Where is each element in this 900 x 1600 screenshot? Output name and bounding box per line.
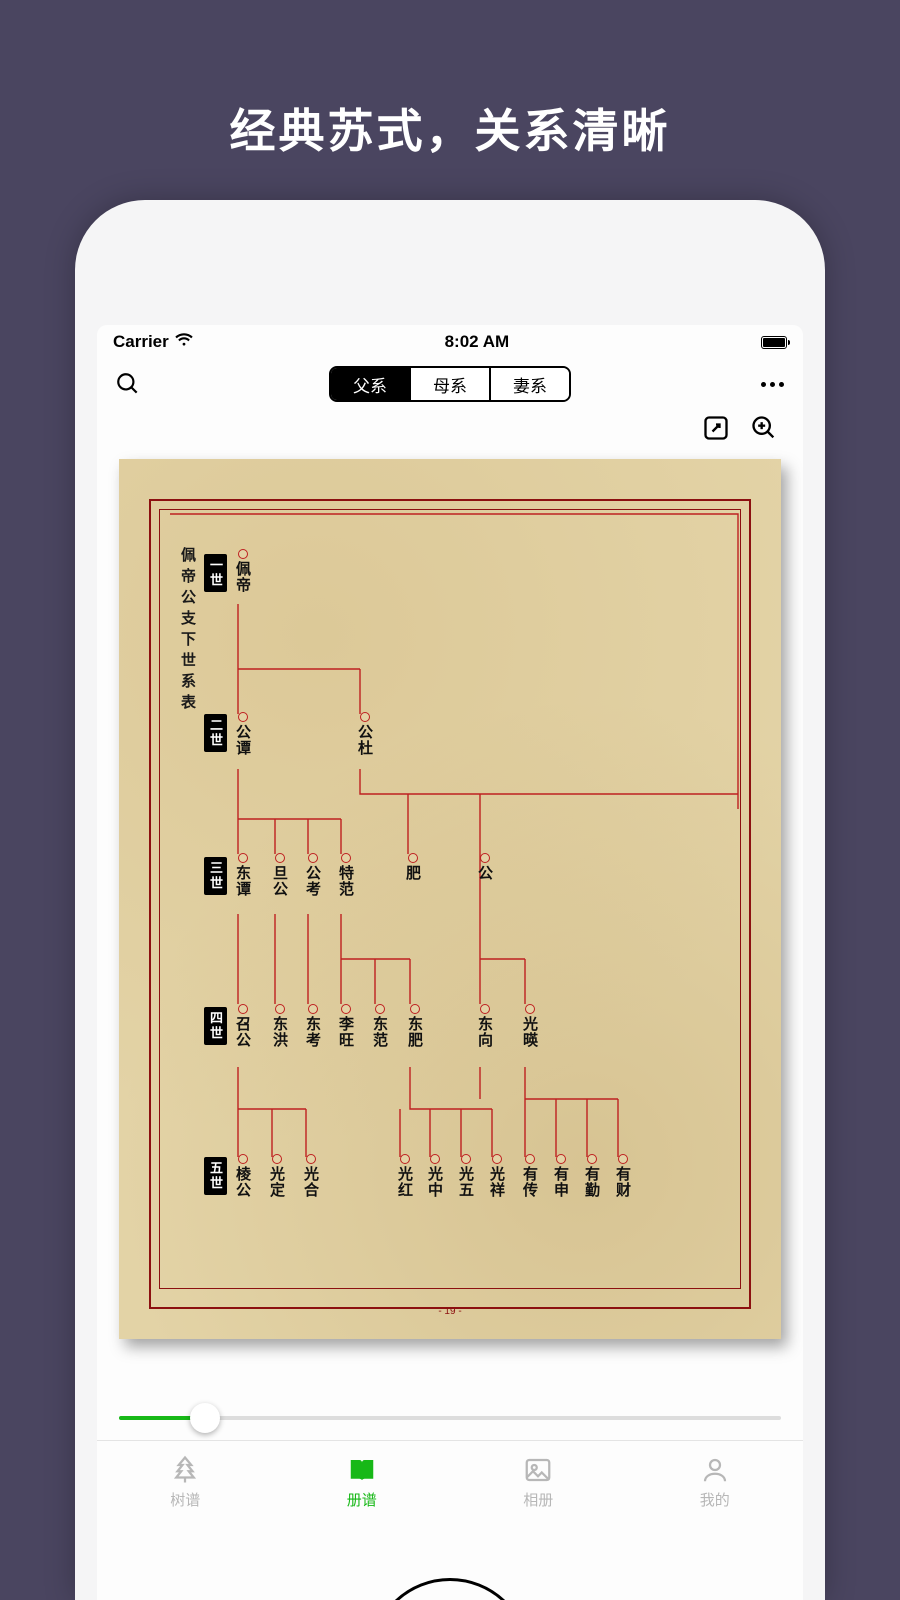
user-icon [700,1455,730,1485]
tab-book[interactable]: 册谱 [347,1455,377,1510]
tree-node[interactable]: 旦公 [269,853,290,897]
tree-node[interactable]: 李旺 [335,1004,356,1048]
gen-label-4: 四世 [204,1007,227,1045]
tree-node[interactable]: 光红 [394,1154,415,1198]
tree-node[interactable]: 棱公 [232,1154,253,1198]
tree-node[interactable]: 光五 [455,1154,476,1198]
tab-label: 树谱 [170,1489,200,1510]
tree-node[interactable]: 肥 [402,853,423,881]
tree-node[interactable]: 有勤 [581,1154,602,1198]
tab-bar: 树谱 册谱 相册 我的 [97,1440,803,1600]
toolbar: 父系 母系 妻系 [97,359,803,409]
tree-node[interactable]: 召公 [232,1004,253,1048]
tree-node[interactable]: 东肥 [404,1004,425,1048]
tree-node[interactable]: 东洪 [269,1004,290,1048]
tab-mine[interactable]: 我的 [700,1455,730,1510]
segment-spouse[interactable]: 妻系 [491,368,569,400]
status-bar: Carrier 8:02 AM [97,325,803,359]
promo-heading: 经典苏式，关系清晰 [0,0,900,221]
tree-node[interactable]: 光中 [424,1154,445,1198]
tab-album[interactable]: 相册 [523,1455,553,1510]
tree-node[interactable]: 东范 [369,1004,390,1048]
tree-node[interactable]: 东向 [474,1004,495,1048]
search-icon[interactable] [113,369,143,399]
segment-maternal[interactable]: 母系 [411,368,491,400]
tree-node[interactable]: 东谭 [232,853,253,897]
slider-handle[interactable] [190,1403,220,1433]
lineage-segment: 父系 母系 妻系 [329,366,571,402]
tree-node[interactable]: 佩帝 [232,549,253,593]
page-slider[interactable] [119,1416,781,1420]
genealogy-page[interactable]: - 19 - 佩帝公支下世系表 [119,459,781,1339]
tab-label: 相册 [523,1489,553,1510]
tab-label: 我的 [700,1489,730,1510]
tree-node[interactable]: 光定 [266,1154,287,1198]
tree-node[interactable]: 公 [474,853,495,881]
tree-node[interactable]: 有申 [550,1154,571,1198]
tree-node[interactable]: 光祥 [486,1154,507,1198]
tree-node[interactable]: 东考 [302,1004,323,1048]
clock: 8:02 AM [445,332,510,352]
tree-icon [170,1455,200,1485]
zoom-in-icon[interactable] [749,413,779,443]
phone-screen: Carrier 8:02 AM 父系 母系 妻系 [97,325,803,1600]
tab-tree[interactable]: 树谱 [170,1455,200,1510]
tree-node[interactable]: 光暎 [519,1004,540,1048]
tree-node[interactable]: 有传 [519,1154,540,1198]
gen-label-5: 五世 [204,1157,227,1195]
tree-node[interactable]: 公谭 [232,712,253,756]
gen-label-1: 一世 [204,554,227,592]
carrier-label: Carrier [113,332,169,352]
tab-label: 册谱 [347,1489,377,1510]
home-button-outline [370,1578,530,1600]
expand-icon[interactable] [701,413,731,443]
tree-node[interactable]: 特范 [335,853,356,897]
segment-paternal[interactable]: 父系 [331,368,411,400]
tree-node[interactable]: 公杜 [354,712,375,756]
tree-node[interactable]: 光合 [300,1154,321,1198]
more-icon[interactable] [757,369,787,399]
canvas-tools [97,409,803,449]
battery-icon [761,336,787,349]
book-icon [347,1455,377,1485]
wifi-icon [175,332,193,352]
gen-label-3: 三世 [204,857,227,895]
phone-frame: Carrier 8:02 AM 父系 母系 妻系 [75,200,825,1600]
image-icon [523,1455,553,1485]
tree-node[interactable]: 有财 [612,1154,633,1198]
gen-label-2: 二世 [204,714,227,752]
tree-node[interactable]: 公考 [302,853,323,897]
